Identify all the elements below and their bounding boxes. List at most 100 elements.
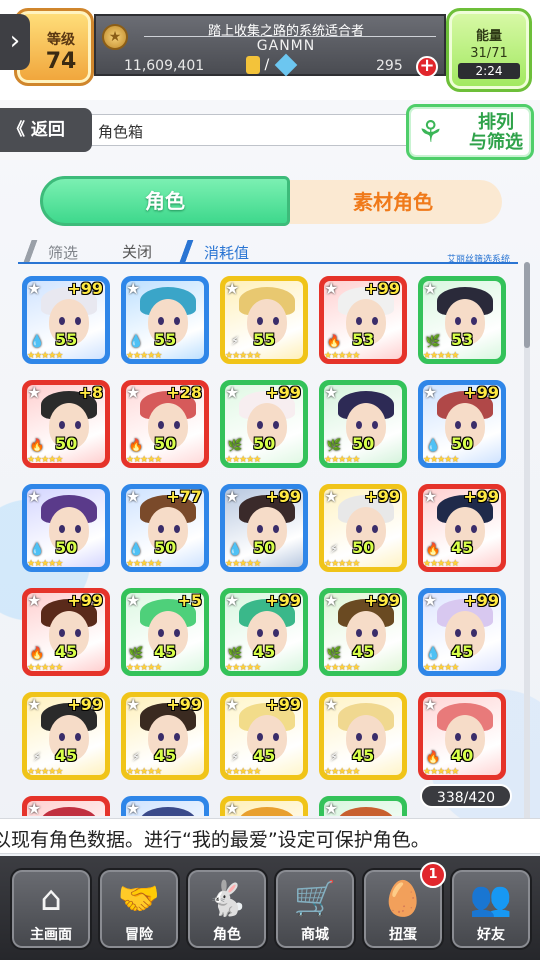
character-card[interactable]: ★ +99 🌿 45 ★★★★★ [220, 588, 308, 676]
character-card[interactable]: ★ +99 🔥 45 ★★★★★ [22, 588, 110, 676]
rarity-stars: ★★★★★ [324, 455, 360, 465]
character-card[interactable]: ★ +99 🔥 45 ★★★★★ [418, 484, 506, 572]
thunder-element-icon: ⚡ [329, 750, 339, 764]
character-card[interactable]: ★ 💧 50 ★★★★★ [22, 484, 110, 572]
nav-button-friends[interactable]: 👥 好友 [450, 868, 532, 950]
rarity-stars: ★★★★★ [423, 663, 459, 673]
favorite-star-icon[interactable]: ★ [126, 695, 140, 714]
favorite-star-icon[interactable]: ★ [423, 695, 437, 714]
add-gems-button[interactable]: + [416, 56, 438, 78]
favorite-star-icon[interactable]: ★ [225, 279, 239, 298]
favorite-star-icon[interactable]: ★ [423, 591, 437, 610]
portrait-eye [158, 733, 164, 741]
character-level: 40 [451, 746, 474, 765]
favorite-star-icon[interactable]: ★ [423, 279, 437, 298]
character-card[interactable]: ★ +99 🌿 45 ★★★★★ [319, 588, 407, 676]
favorite-star-icon[interactable]: ★ [126, 799, 140, 816]
sort-key-label[interactable]: 消耗值 [204, 242, 249, 263]
character-card[interactable]: ★ +99 ⚡ 50 ★★★★★ [319, 484, 407, 572]
nav-button-handshake[interactable]: 🤝 冒险 [98, 868, 180, 950]
favorite-star-icon[interactable]: ★ [126, 487, 140, 506]
character-level: 45 [55, 746, 78, 765]
favorite-star-icon[interactable]: ★ [27, 799, 41, 816]
character-card[interactable]: ★ +77 💧 50 ★★★★★ [121, 484, 209, 572]
portrait-eye [471, 733, 477, 741]
character-card[interactable]: ★ 💧 [121, 796, 209, 816]
character-card[interactable]: ★ +5 🌿 45 ★★★★★ [121, 588, 209, 676]
character-card[interactable]: ★ 🔥 [22, 796, 110, 816]
character-card[interactable]: ★ +99 ⚡ 45 ★★★★★ [22, 692, 110, 780]
character-card[interactable]: ★ ⚡ 45 ★★★★★ [319, 692, 407, 780]
character-card[interactable]: ★ 🔥 40 ★★★★★ [418, 692, 506, 780]
favorite-star-icon[interactable]: ★ [225, 799, 239, 816]
favorite-star-icon[interactable]: ★ [324, 591, 338, 610]
favorite-star-icon[interactable]: ★ [126, 383, 140, 402]
character-card[interactable]: ★ +99 💧 50 ★★★★★ [220, 484, 308, 572]
character-card[interactable]: ★ +99 ⚡ 45 ★★★★★ [220, 692, 308, 780]
character-card[interactable]: ★ 🌿 53 ★★★★★ [418, 276, 506, 364]
nav-button-egg[interactable]: 🥚 扭蛋 1 [362, 862, 446, 950]
title-divider [144, 36, 436, 37]
rarity-stars: ★★★★★ [27, 559, 63, 569]
bonus-value: +28 [166, 383, 202, 402]
favorite-star-icon[interactable]: ★ [27, 383, 41, 402]
filter-toggle[interactable]: 关闭 [122, 241, 152, 262]
bonus-value: +99 [265, 487, 301, 506]
character-grid-viewport[interactable]: ★ +99 💧 55 ★★★★★ ★ 💧 55 ★★★★★ ★ ⚡ 55 ★★★… [22, 276, 522, 816]
character-card[interactable]: ★ +28 🔥 50 ★★★★★ [121, 380, 209, 468]
character-card[interactable]: ★ 🌿 50 ★★★★★ [319, 380, 407, 468]
favorite-star-icon[interactable]: ★ [324, 279, 338, 298]
portrait-eye [257, 525, 263, 533]
breadcrumb-label: 角色箱 [98, 123, 144, 141]
tab-characters[interactable]: 角色 [40, 176, 290, 226]
nav-button-cart[interactable]: 🛒 商城 [274, 868, 356, 950]
double-chevron-left-icon: 《 [8, 120, 25, 140]
character-card[interactable]: ★ +99 🌿 50 ★★★★★ [220, 380, 308, 468]
portrait-eye [158, 317, 164, 325]
favorite-star-icon[interactable]: ★ [27, 279, 41, 298]
character-card[interactable]: ★ +99 💧 55 ★★★★★ [22, 276, 110, 364]
portrait-eye [257, 421, 263, 429]
favorite-star-icon[interactable]: ★ [324, 487, 338, 506]
portrait-eye [75, 421, 81, 429]
sort-filter-label: 排列 与筛选 [469, 113, 523, 153]
character-card[interactable]: ★ +99 💧 50 ★★★★★ [418, 380, 506, 468]
favorite-star-icon[interactable]: ★ [423, 383, 437, 402]
favorite-star-icon[interactable]: ★ [324, 799, 338, 816]
portrait-eye [273, 317, 279, 325]
favorite-star-icon[interactable]: ★ [126, 279, 140, 298]
sort-filter-button[interactable]: ⚘ 排列 与筛选 [406, 104, 534, 160]
character-card[interactable]: ★ 🌿 [319, 796, 407, 816]
favorite-star-icon[interactable]: ★ [324, 383, 338, 402]
character-card[interactable]: ★ +8 🔥 50 ★★★★★ [22, 380, 110, 468]
favorite-star-icon[interactable]: ★ [225, 591, 239, 610]
energy-label: 能量 [475, 29, 502, 44]
character-level: 50 [352, 434, 375, 453]
character-grid: ★ +99 💧 55 ★★★★★ ★ 💧 55 ★★★★★ ★ ⚡ 55 ★★★… [22, 276, 522, 816]
character-card[interactable]: ★ ⚡ [220, 796, 308, 816]
favorite-star-icon[interactable]: ★ [27, 695, 41, 714]
portrait-eye [273, 629, 279, 637]
drawer-arrow-icon[interactable]: › [0, 14, 30, 70]
energy-box[interactable]: 能量 31/71 2:24 [446, 8, 532, 92]
scrollbar[interactable] [524, 262, 530, 822]
nav-button-home[interactable]: ⌂ 主画面 [10, 868, 92, 950]
nav-button-label: 主画面 [30, 927, 72, 943]
character-card[interactable]: ★ +99 ⚡ 45 ★★★★★ [121, 692, 209, 780]
favorite-star-icon[interactable]: ★ [324, 695, 338, 714]
favorite-star-icon[interactable]: ★ [225, 487, 239, 506]
favorite-star-icon[interactable]: ★ [225, 383, 239, 402]
tab-material-characters[interactable]: 素材角色 [284, 180, 502, 224]
nav-button-bunny[interactable]: 🐇 角色 [186, 868, 268, 950]
favorite-star-icon[interactable]: ★ [225, 695, 239, 714]
character-card[interactable]: ★ 💧 55 ★★★★★ [121, 276, 209, 364]
favorite-star-icon[interactable]: ★ [27, 591, 41, 610]
character-card[interactable]: ★ +99 💧 45 ★★★★★ [418, 588, 506, 676]
back-button[interactable]: 《 返回 [0, 108, 92, 152]
favorite-star-icon[interactable]: ★ [423, 487, 437, 506]
character-card[interactable]: ★ +99 🔥 53 ★★★★★ [319, 276, 407, 364]
favorite-star-icon[interactable]: ★ [126, 591, 140, 610]
favorite-star-icon[interactable]: ★ [27, 487, 41, 506]
character-card[interactable]: ★ ⚡ 55 ★★★★★ [220, 276, 308, 364]
scrollbar-thumb[interactable] [524, 262, 530, 348]
